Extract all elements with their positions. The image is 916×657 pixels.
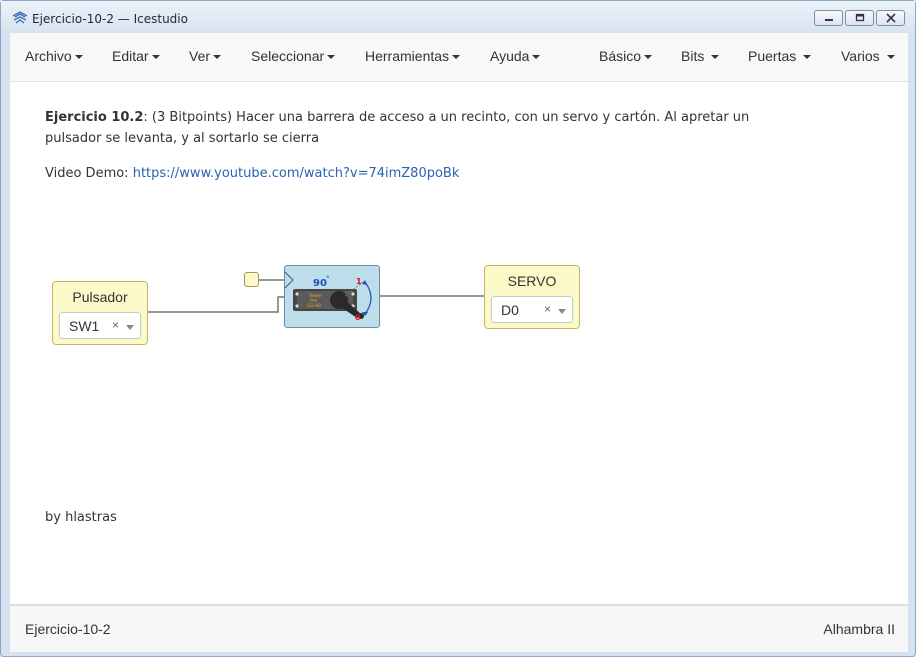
menu-archivo[interactable]: Archivo xyxy=(25,48,83,64)
design-canvas[interactable]: Ejercicio 10.2: (3 Bitpoints) Hacer una … xyxy=(10,82,908,604)
menu-basico[interactable]: Básico xyxy=(599,48,653,64)
minimize-icon xyxy=(825,19,833,21)
menu-label: Bits xyxy=(681,48,705,64)
menu-label: Puertas xyxy=(748,48,797,64)
chevron-down-icon xyxy=(532,55,541,60)
status-bar: Ejercicio-10-2 Alhambra II xyxy=(10,605,908,652)
dropdown-arrow-icon[interactable] xyxy=(558,309,566,314)
chevron-down-icon xyxy=(452,55,461,60)
menu-herramientas[interactable]: Herramientas xyxy=(365,48,461,64)
min-label: 0 xyxy=(355,313,361,322)
menu-label: Editar xyxy=(112,48,149,64)
parameter-port[interactable] xyxy=(244,272,259,287)
menu-label: Seleccionar xyxy=(251,48,325,64)
chevron-down-icon xyxy=(644,55,653,60)
maximize-button[interactable] xyxy=(845,10,874,26)
menu-varios[interactable]: Varios xyxy=(841,48,895,64)
clear-icon[interactable]: × xyxy=(112,318,119,332)
pin-value: D0 xyxy=(501,302,519,318)
input-block-pulsador[interactable]: Pulsador SW1 × xyxy=(52,281,148,345)
title-bar: Ejercicio-10-2 — Icestudio xyxy=(1,1,915,33)
window-title: Ejercicio-10-2 — Icestudio xyxy=(32,12,188,26)
close-button[interactable] xyxy=(876,10,905,26)
angle-label: 90 xyxy=(313,278,327,289)
close-icon xyxy=(886,13,896,23)
chevron-down-icon xyxy=(74,55,83,60)
max-label: 1 xyxy=(356,277,362,286)
wire-input-to-servo xyxy=(147,296,285,313)
servo-graphic: 90 ° Tower Pro SG-90 1 0 xyxy=(284,271,372,322)
chevron-down-icon xyxy=(711,55,720,60)
menu-label: Ayuda xyxy=(490,48,530,64)
menu-puertas[interactable]: Puertas xyxy=(748,48,812,64)
icestudio-logo-icon xyxy=(12,11,28,24)
chevron-down-icon xyxy=(213,55,222,60)
chevron-down-icon xyxy=(151,55,160,60)
dropdown-arrow-icon[interactable] xyxy=(126,325,134,330)
chevron-down-icon xyxy=(886,55,895,60)
menu-ver[interactable]: Ver xyxy=(189,48,222,64)
input-arrow-icon xyxy=(284,271,294,289)
block-title: SERVO xyxy=(507,273,557,289)
menu-bits[interactable]: Bits xyxy=(681,48,720,64)
rotation-arc-icon xyxy=(364,281,372,315)
menu-label: Básico xyxy=(599,48,642,64)
maximize-icon xyxy=(855,13,865,22)
chevron-down-icon xyxy=(327,55,336,60)
author-note[interactable]: by hlastras xyxy=(45,510,117,525)
menu-label: Ver xyxy=(189,48,211,64)
app-window: Ejercicio-10-2 — Icestudio Archivo Edita… xyxy=(0,0,916,657)
project-name: Ejercicio-10-2 xyxy=(25,621,111,637)
chevron-down-icon xyxy=(803,55,812,60)
menu-label: Varios xyxy=(841,48,880,64)
menu-bar: Archivo Editar Ver Seleccionar Herramien… xyxy=(10,33,908,82)
pin-select[interactable]: D0 × xyxy=(491,296,573,323)
menu-label: Archivo xyxy=(25,48,72,64)
minimize-button[interactable] xyxy=(814,10,843,26)
board-name[interactable]: Alhambra II xyxy=(823,621,895,637)
servo-block[interactable]: 90 ° Tower Pro SG-90 1 0 xyxy=(284,265,380,328)
degree-sign: ° xyxy=(326,275,330,283)
menu-label: Herramientas xyxy=(365,48,450,64)
brand-line-3: SG-90 xyxy=(307,303,321,309)
pin-value: SW1 xyxy=(69,318,100,334)
block-title: Pulsador xyxy=(72,289,128,305)
menu-seleccionar[interactable]: Seleccionar xyxy=(251,48,336,64)
clear-icon[interactable]: × xyxy=(544,302,551,316)
output-block-servo[interactable]: SERVO D0 × xyxy=(484,265,580,329)
menu-ayuda[interactable]: Ayuda xyxy=(490,48,541,64)
menu-editar[interactable]: Editar xyxy=(112,48,160,64)
pin-select[interactable]: SW1 × xyxy=(59,312,141,339)
